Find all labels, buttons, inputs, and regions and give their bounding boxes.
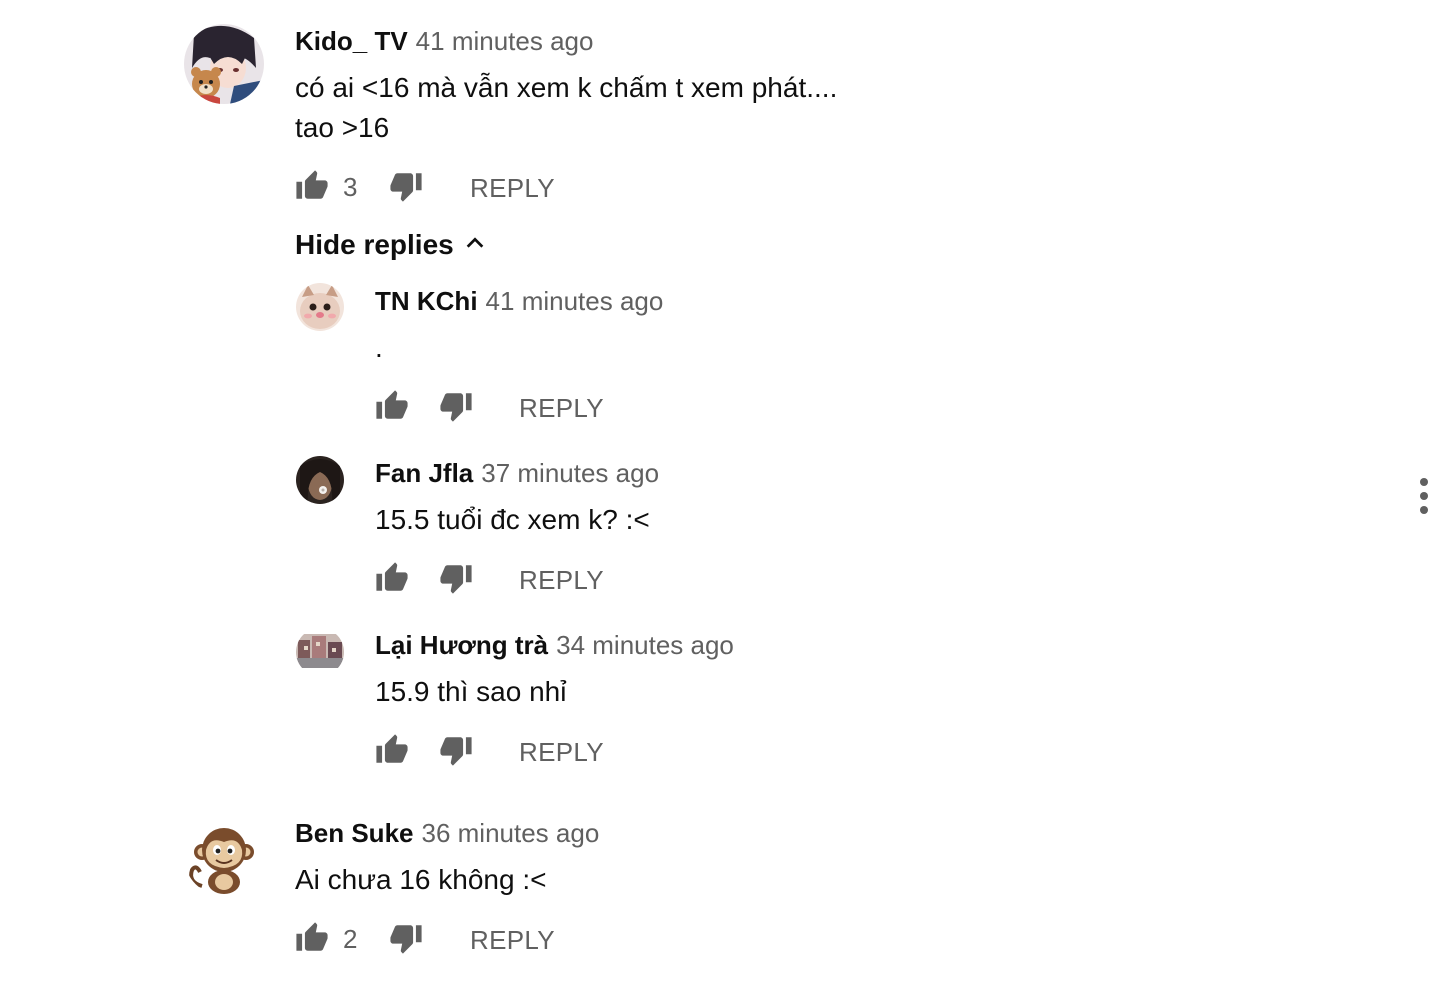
like-count: 3 xyxy=(343,172,358,202)
comment-header: Kido_ TV 41 minutes ago xyxy=(295,26,593,56)
thumbs-down-icon xyxy=(390,925,422,954)
avatar[interactable] xyxy=(184,24,264,104)
thumbs-up-icon xyxy=(296,922,328,951)
timestamp[interactable]: 36 minutes ago xyxy=(422,818,600,848)
comment-actions: REPLY xyxy=(375,388,635,428)
thumbs-down-icon xyxy=(440,737,472,766)
reply-button[interactable]: REPLY xyxy=(470,924,555,956)
timestamp[interactable]: 37 minutes ago xyxy=(481,458,659,488)
comment-text: . xyxy=(375,332,383,363)
like-count: 2 xyxy=(343,924,358,954)
anime-avatar-icon xyxy=(184,24,264,104)
comment-line: có ai <16 mà vẫn xem k chấm t xem phát..… xyxy=(295,72,838,103)
author-name[interactable]: TN KChi xyxy=(375,286,478,316)
author-name[interactable]: Ben Suke xyxy=(295,818,414,848)
comment-line: tao >16 xyxy=(295,112,390,143)
comment-text: 15.9 thì sao nhỉ xyxy=(375,676,567,707)
chevron-up-icon xyxy=(464,228,486,262)
hide-replies-label: Hide replies xyxy=(295,229,454,260)
thumbs-up-icon xyxy=(376,562,408,591)
dislike-button[interactable] xyxy=(439,388,473,424)
thumbs-down-icon xyxy=(440,565,472,594)
dislike-button[interactable] xyxy=(389,168,423,204)
photo-avatar-icon xyxy=(296,456,344,504)
like-button[interactable] xyxy=(375,560,409,596)
avatar[interactable] xyxy=(296,628,344,676)
avatar[interactable] xyxy=(296,283,344,331)
comment-actions: REPLY xyxy=(375,732,635,772)
like-button[interactable] xyxy=(375,388,409,424)
timestamp[interactable]: 41 minutes ago xyxy=(486,286,664,316)
reply-button[interactable]: REPLY xyxy=(519,564,604,596)
comment-actions: 3 REPLY xyxy=(295,168,595,208)
hide-replies-button[interactable]: Hide replies xyxy=(295,228,486,262)
thumbs-up-icon xyxy=(376,734,408,763)
comment-header: Ben Suke 36 minutes ago xyxy=(295,818,599,848)
comment-text: 15.5 tuổi đc xem k? :< xyxy=(375,504,650,535)
reply-button[interactable]: REPLY xyxy=(519,392,604,424)
like-button[interactable] xyxy=(295,168,329,204)
thumbs-down-icon xyxy=(440,393,472,422)
monkey-avatar-icon xyxy=(184,816,264,896)
comment-line: Ai chưa 16 không :< xyxy=(295,864,547,895)
timestamp[interactable]: 41 minutes ago xyxy=(416,26,594,56)
comment-text: Ai chưa 16 không :< xyxy=(295,860,546,900)
comment-actions: 2 REPLY xyxy=(295,920,595,960)
like-button[interactable] xyxy=(295,920,329,956)
dislike-button[interactable] xyxy=(389,920,423,956)
comment-actions: REPLY xyxy=(375,560,635,600)
like-button[interactable] xyxy=(375,732,409,768)
more-actions-icon[interactable] xyxy=(1412,476,1436,516)
comment-text: có ai <16 mà vẫn xem k chấm t xem phát..… xyxy=(295,68,837,148)
avatar[interactable] xyxy=(184,816,264,896)
menu-dot xyxy=(1420,492,1428,500)
comment-header: Lại Hương trà 34 minutes ago xyxy=(375,630,734,660)
thumbs-up-icon xyxy=(376,390,408,419)
menu-dot xyxy=(1420,478,1428,486)
menu-dot xyxy=(1420,506,1428,514)
thumbs-up-icon xyxy=(296,170,328,199)
author-name[interactable]: Lại Hương trà xyxy=(375,630,548,660)
comment-header: Fan Jfla 37 minutes ago xyxy=(375,458,659,488)
avatar[interactable] xyxy=(296,456,344,504)
street-photo-avatar-icon xyxy=(296,628,344,676)
author-name[interactable]: Fan Jfla xyxy=(375,458,473,488)
dislike-button[interactable] xyxy=(439,560,473,596)
reply-button[interactable]: REPLY xyxy=(519,736,604,768)
author-name[interactable]: Kido_ TV xyxy=(295,26,408,56)
timestamp[interactable]: 34 minutes ago xyxy=(556,630,734,660)
cat-avatar-icon xyxy=(296,283,344,331)
thumbs-down-icon xyxy=(390,173,422,202)
reply-button[interactable]: REPLY xyxy=(470,172,555,204)
comment-header: TN KChi 41 minutes ago xyxy=(375,286,663,316)
dislike-button[interactable] xyxy=(439,732,473,768)
